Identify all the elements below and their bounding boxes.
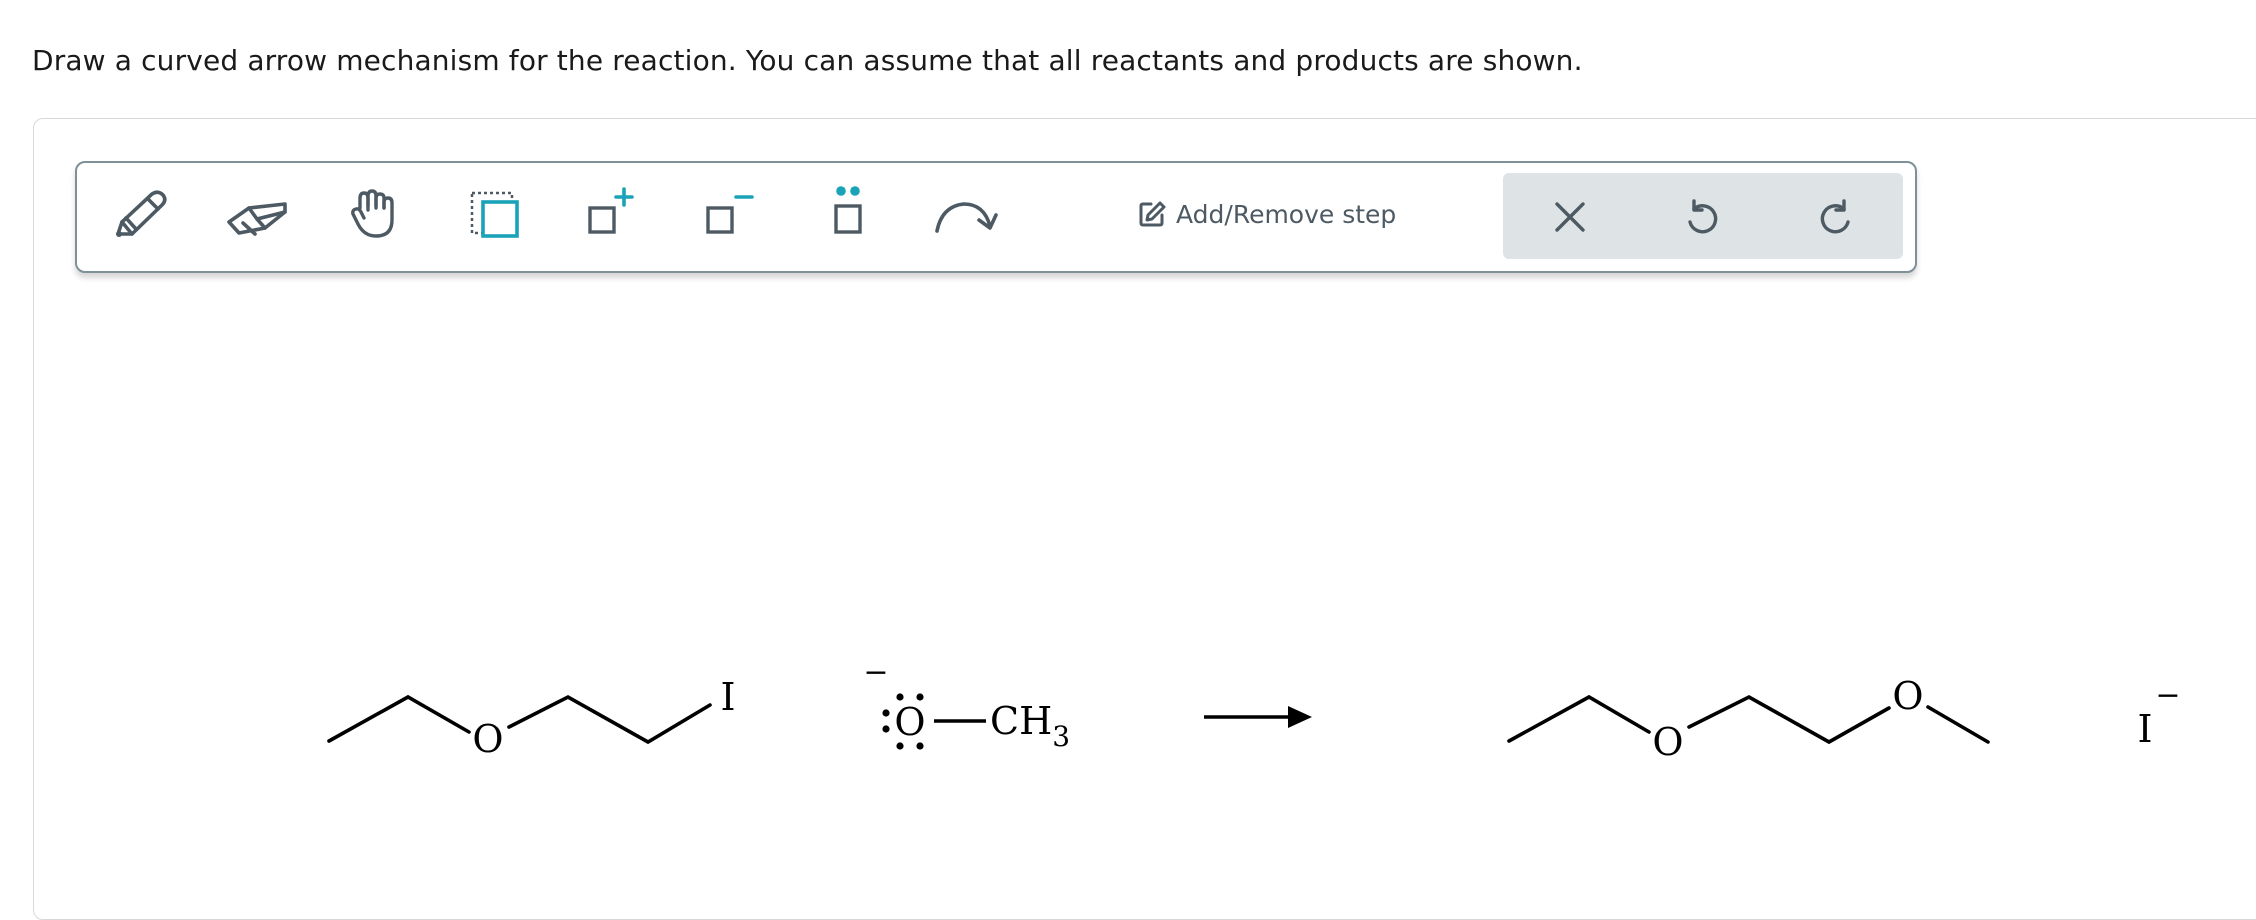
product1-oxygen2-label: O: [1892, 674, 1923, 718]
reactant1-oxygen-label: O: [472, 717, 503, 761]
iodide-charge-label: −: [2155, 678, 2180, 713]
product-ether[interactable]: O O: [1507, 674, 1990, 764]
methoxide-oxygen-label: O: [894, 700, 925, 744]
reaction-arrow: [1204, 706, 1312, 728]
reactant-methoxide[interactable]: − O CH3: [863, 655, 1070, 753]
iodide-label: I: [2137, 707, 2152, 751]
reactant-alkyl-iodide[interactable]: O I: [327, 675, 736, 761]
product-iodide[interactable]: I −: [2137, 678, 2180, 751]
product1-oxygen1-label: O: [1652, 720, 1683, 764]
reactant1-iodine-label: I: [720, 675, 735, 719]
reaction-canvas: O I − O CH3 O O I −: [327, 655, 2181, 764]
methoxide-methyl-label: CH3: [990, 699, 1070, 753]
methoxide-charge-label: −: [863, 655, 888, 690]
